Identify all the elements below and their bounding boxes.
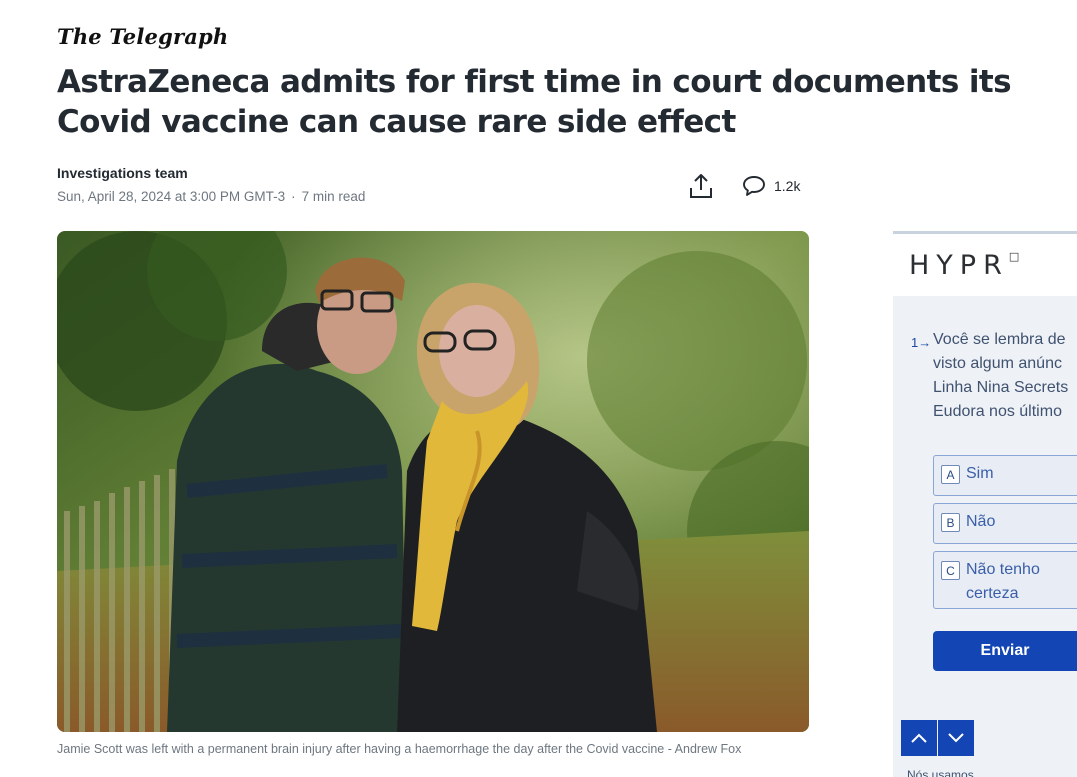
chevron-up-icon bbox=[911, 733, 927, 743]
question-number: 1→ bbox=[911, 335, 932, 350]
option-nao-tenho-certeza[interactable]: C Não tenho certeza bbox=[933, 551, 1077, 609]
option-key: B bbox=[941, 513, 960, 532]
image-caption: Jamie Scott was left with a permanent br… bbox=[57, 742, 742, 756]
ad-footer-text: Nós usamos bbox=[907, 768, 974, 777]
option-nao[interactable]: B Não bbox=[933, 503, 1077, 544]
share-button[interactable] bbox=[688, 172, 714, 200]
survey-question: Você se lembra de visto algum anúnc Linh… bbox=[933, 331, 1069, 420]
option-key: C bbox=[941, 561, 960, 580]
share-icon bbox=[690, 174, 712, 198]
comments-button[interactable]: 1.2k bbox=[742, 175, 800, 197]
option-label: Não bbox=[966, 513, 996, 530]
hypr-logo: HYPR□ bbox=[909, 250, 1020, 281]
site-logo[interactable]: The Telegraph bbox=[57, 24, 228, 49]
article-author[interactable]: Investigations team bbox=[57, 165, 188, 181]
previous-button[interactable] bbox=[901, 720, 937, 756]
article-meta: Sun, April 28, 2024 at 3:00 PM GMT-3 · 7 m… bbox=[57, 189, 365, 204]
comment-icon bbox=[743, 176, 765, 196]
article-headline: AstraZeneca admits for first time in cou… bbox=[57, 64, 1012, 140]
ad-header: HYPR□ bbox=[893, 234, 1077, 296]
article-date: Sun, April 28, 2024 at 3:00 PM GMT-3 bbox=[57, 189, 286, 204]
option-sim[interactable]: A Sim bbox=[933, 455, 1077, 496]
article-hero-image bbox=[57, 231, 809, 732]
meta-separator: · bbox=[291, 189, 296, 204]
option-label: Sim bbox=[966, 465, 994, 482]
comments-count: 1.2k bbox=[774, 178, 801, 194]
option-label: Não tenho certeza bbox=[966, 561, 1040, 602]
option-key: A bbox=[941, 465, 960, 484]
chevron-down-icon bbox=[948, 733, 964, 743]
hypr-survey-ad: HYPR□ 1→ Você se lembra de visto algum a… bbox=[893, 231, 1077, 777]
read-time: 7 min read bbox=[301, 189, 366, 204]
next-button[interactable] bbox=[938, 720, 974, 756]
submit-button[interactable]: Enviar bbox=[933, 631, 1077, 671]
